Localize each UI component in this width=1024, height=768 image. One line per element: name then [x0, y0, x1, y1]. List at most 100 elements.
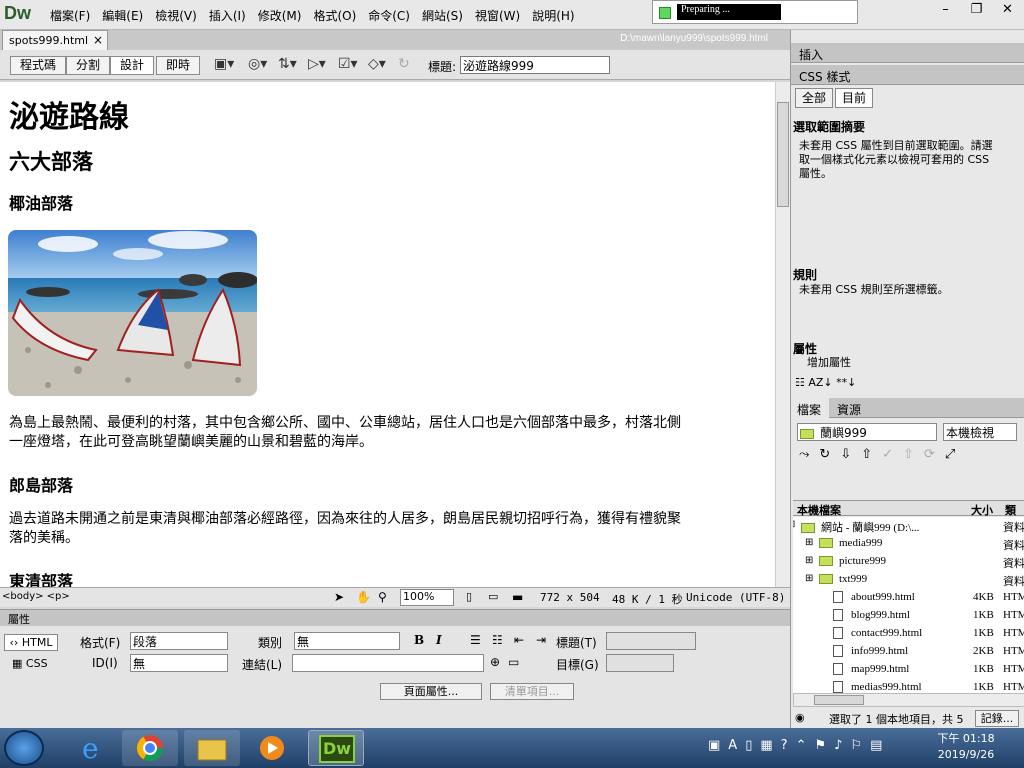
- insert-panel-tab[interactable]: 插入: [791, 43, 1024, 63]
- view-select[interactable]: 本機檢視: [943, 423, 1017, 441]
- tablet-size-icon[interactable]: ▭: [488, 590, 498, 603]
- expand-toggle-icon[interactable]: ⊞: [805, 573, 813, 584]
- file-row[interactable]: medias999.html 1KB HTM: [793, 679, 1024, 693]
- multiscreen-icon[interactable]: ▣▾: [214, 56, 234, 72]
- refresh-files-icon[interactable]: ↻: [819, 447, 830, 462]
- menu-edit[interactable]: 編輯(E): [96, 7, 149, 24]
- ie-icon[interactable]: e: [64, 730, 120, 766]
- tab-close-icon[interactable]: ×: [93, 33, 103, 47]
- format-select[interactable]: 段落: [130, 632, 228, 650]
- file-row[interactable]: ⊞ media999 資料: [793, 535, 1024, 553]
- file-row[interactable]: ⊞ txt999 資料: [793, 571, 1024, 589]
- checkin-icon[interactable]: ⇧: [903, 447, 914, 462]
- file-management-icon[interactable]: ⇅▾: [278, 56, 297, 72]
- site-select[interactable]: 蘭嶼999: [797, 423, 937, 441]
- title-input[interactable]: 泌遊路線999: [460, 56, 610, 74]
- html-mode-button[interactable]: ‹› HTML: [4, 634, 58, 651]
- menu-view[interactable]: 檢視(V): [149, 7, 203, 24]
- list-item-button[interactable]: 清單項目...: [490, 683, 574, 700]
- files-hscroll[interactable]: [793, 693, 1024, 707]
- add-attribute-link[interactable]: 增加屬性: [807, 355, 851, 370]
- zoom-select[interactable]: 100%: [400, 589, 454, 606]
- col-size[interactable]: 大小: [971, 502, 993, 518]
- point-to-file-icon[interactable]: ⊕: [490, 655, 500, 669]
- restore-button[interactable]: ❐: [961, 0, 992, 20]
- sync-icon[interactable]: ⟳: [924, 447, 935, 462]
- files-tab[interactable]: 檔案: [791, 398, 829, 418]
- network-icon[interactable]: ▤: [870, 738, 882, 753]
- live-view-button[interactable]: 即時: [156, 56, 200, 75]
- menu-help[interactable]: 說明(H): [526, 7, 580, 24]
- media-player-icon[interactable]: [244, 730, 300, 766]
- assets-tab[interactable]: 資源: [831, 401, 867, 418]
- taskbar-clock[interactable]: 下午 01:18 2019/9/26: [936, 731, 996, 763]
- menu-site[interactable]: 網站(S): [416, 7, 469, 24]
- visual-aids-icon[interactable]: ◇▾: [368, 56, 386, 72]
- hand-tool-icon[interactable]: ✋: [356, 590, 371, 604]
- link-input[interactable]: [292, 654, 484, 672]
- ime-icon[interactable]: A: [728, 738, 737, 753]
- tag-selector[interactable]: <body> <p>: [2, 591, 70, 602]
- start-button[interactable]: [4, 730, 44, 766]
- file-row[interactable]: contact999.html 1KB HTM: [793, 625, 1024, 643]
- select-tool-icon[interactable]: ➤: [334, 590, 344, 604]
- css-styles-tab[interactable]: CSS 樣式: [791, 65, 1024, 85]
- design-view-button[interactable]: 設計: [110, 56, 154, 75]
- mobile-size-icon[interactable]: ▯: [466, 590, 472, 603]
- design-scrollbar[interactable]: [775, 82, 790, 587]
- category-view-icon[interactable]: ☷: [795, 376, 805, 389]
- file-row[interactable]: blog999.html 1KB HTM: [793, 607, 1024, 625]
- ordered-list-icon[interactable]: ☷: [492, 633, 503, 647]
- menu-format[interactable]: 格式(O): [307, 7, 362, 24]
- menu-file[interactable]: 檔案(F): [44, 7, 96, 24]
- code-view-button[interactable]: 程式碼: [10, 56, 66, 75]
- menu-insert[interactable]: 插入(I): [203, 7, 252, 24]
- expand-panel-icon[interactable]: ⤢: [945, 447, 955, 462]
- page-properties-button[interactable]: 頁面屬性...: [380, 683, 482, 700]
- tab-spots999[interactable]: spots999.html ×: [2, 30, 108, 50]
- expand-toggle-icon[interactable]: ⊞: [805, 555, 813, 566]
- put-files-icon[interactable]: ⇧: [861, 447, 872, 462]
- file-explorer-icon[interactable]: [184, 730, 240, 766]
- css-all-button[interactable]: 全部: [795, 88, 833, 108]
- validate-icon[interactable]: ▷▾: [308, 56, 326, 72]
- log-button[interactable]: 記錄...: [975, 710, 1019, 727]
- menu-commands[interactable]: 命令(C): [362, 7, 416, 24]
- menu-window[interactable]: 視窗(W): [469, 7, 526, 24]
- flag-icon[interactable]: ⚐: [850, 738, 862, 753]
- expand-toggle-icon[interactable]: ⊟: [793, 519, 795, 530]
- close-button[interactable]: ✕: [992, 0, 1023, 20]
- outdent-icon[interactable]: ⇤: [514, 633, 524, 647]
- menu-modify[interactable]: 修改(M): [252, 7, 308, 24]
- design-view[interactable]: 泌遊路線 六大部落 椰油部落 為島上最熱鬧、最便利的村落，其中包含鄉公所、國中、…: [0, 82, 775, 587]
- files-hscroll-thumb[interactable]: [814, 695, 864, 705]
- indent-icon[interactable]: ⇥: [536, 633, 546, 647]
- file-row[interactable]: ⊟ 網站 - 蘭嶼999 (D:\... 資料: [793, 517, 1024, 535]
- chrome-icon[interactable]: [122, 730, 178, 766]
- sort-az-icon[interactable]: AZ↓: [808, 376, 832, 389]
- target-select[interactable]: [606, 654, 674, 672]
- window-size[interactable]: 772 x 504: [540, 591, 600, 604]
- ime-grid-icon[interactable]: ▦: [760, 738, 772, 753]
- bold-icon[interactable]: B: [414, 633, 424, 647]
- refresh-icon[interactable]: ↻: [398, 56, 410, 72]
- file-row[interactable]: info999.html 2KB HTM: [793, 643, 1024, 661]
- help-icon[interactable]: ?: [781, 738, 788, 753]
- minimize-button[interactable]: –: [930, 0, 961, 20]
- checkout-icon[interactable]: ✓: [882, 447, 893, 462]
- get-files-icon[interactable]: ⇩: [840, 447, 851, 462]
- css-mode-button[interactable]: ▦ CSS: [12, 657, 48, 670]
- volume-icon[interactable]: ♪: [834, 738, 842, 753]
- tray-expand-icon[interactable]: ⌃: [796, 738, 807, 753]
- set-properties-icon[interactable]: **↓: [836, 376, 856, 389]
- title-attr-input[interactable]: [606, 632, 696, 650]
- zoom-tool-icon[interactable]: ⚲: [378, 590, 387, 604]
- file-row[interactable]: map999.html 1KB HTM: [793, 661, 1024, 679]
- file-row[interactable]: about999.html 4KB HTM: [793, 589, 1024, 607]
- dreamweaver-taskbar-button[interactable]: Dw: [308, 730, 364, 766]
- connect-icon[interactable]: ⤳: [799, 447, 809, 462]
- file-row[interactable]: ⊞ picture999 資料: [793, 553, 1024, 571]
- ime-mode-icon[interactable]: ▯: [745, 738, 752, 753]
- col-local-files[interactable]: 本機檔案: [797, 502, 841, 518]
- check-browser-icon[interactable]: ☑▾: [338, 56, 358, 72]
